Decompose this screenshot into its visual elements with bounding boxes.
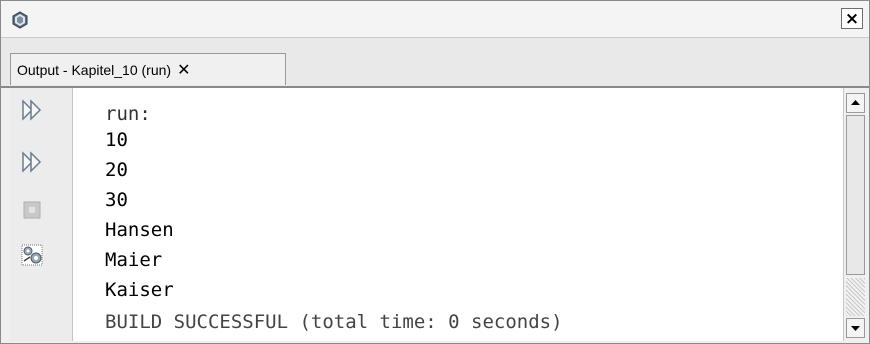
- netbeans-app-icon: [12, 11, 28, 29]
- output-line: BUILD SUCCESSFUL (total time: 0 seconds): [105, 311, 563, 333]
- output-line: Kaiser: [105, 279, 174, 301]
- tab-output-kapitel-10[interactable]: Output - Kapitel_10 (run) ✕: [10, 53, 286, 85]
- stop-icon[interactable]: [20, 198, 44, 222]
- rerun-with-options-icon[interactable]: [20, 150, 44, 174]
- output-line: 30: [105, 189, 128, 211]
- window-close-button[interactable]: ×: [841, 8, 863, 29]
- tab-strip: Output - Kapitel_10 (run) ✕: [1, 38, 869, 88]
- output-console[interactable]: run: 10 20 30 Hansen Maier Kaiser BUILD …: [73, 88, 843, 341]
- output-line: Hansen: [105, 219, 174, 241]
- output-line: Maier: [105, 249, 163, 271]
- scroll-up-button[interactable]: [846, 93, 865, 113]
- tab-label: Output - Kapitel_10 (run): [17, 62, 172, 78]
- output-settings-icon[interactable]: [20, 243, 44, 267]
- rerun-icon[interactable]: [20, 98, 44, 122]
- scroll-track[interactable]: [846, 278, 865, 316]
- tab-close-icon[interactable]: ✕: [177, 54, 190, 85]
- scroll-thumb[interactable]: [846, 115, 865, 275]
- title-bar: ×: [1, 1, 869, 38]
- output-line: 10: [105, 129, 128, 151]
- output-line: 20: [105, 159, 128, 181]
- output-toolbar: [10, 88, 73, 341]
- scroll-down-button[interactable]: [846, 318, 865, 338]
- arrow-down-icon: [851, 326, 860, 331]
- vertical-scrollbar[interactable]: [843, 88, 868, 341]
- arrow-up-icon: [851, 100, 860, 105]
- output-window: × Output - Kapitel_10 (run) ✕ run: 10 20…: [0, 0, 870, 344]
